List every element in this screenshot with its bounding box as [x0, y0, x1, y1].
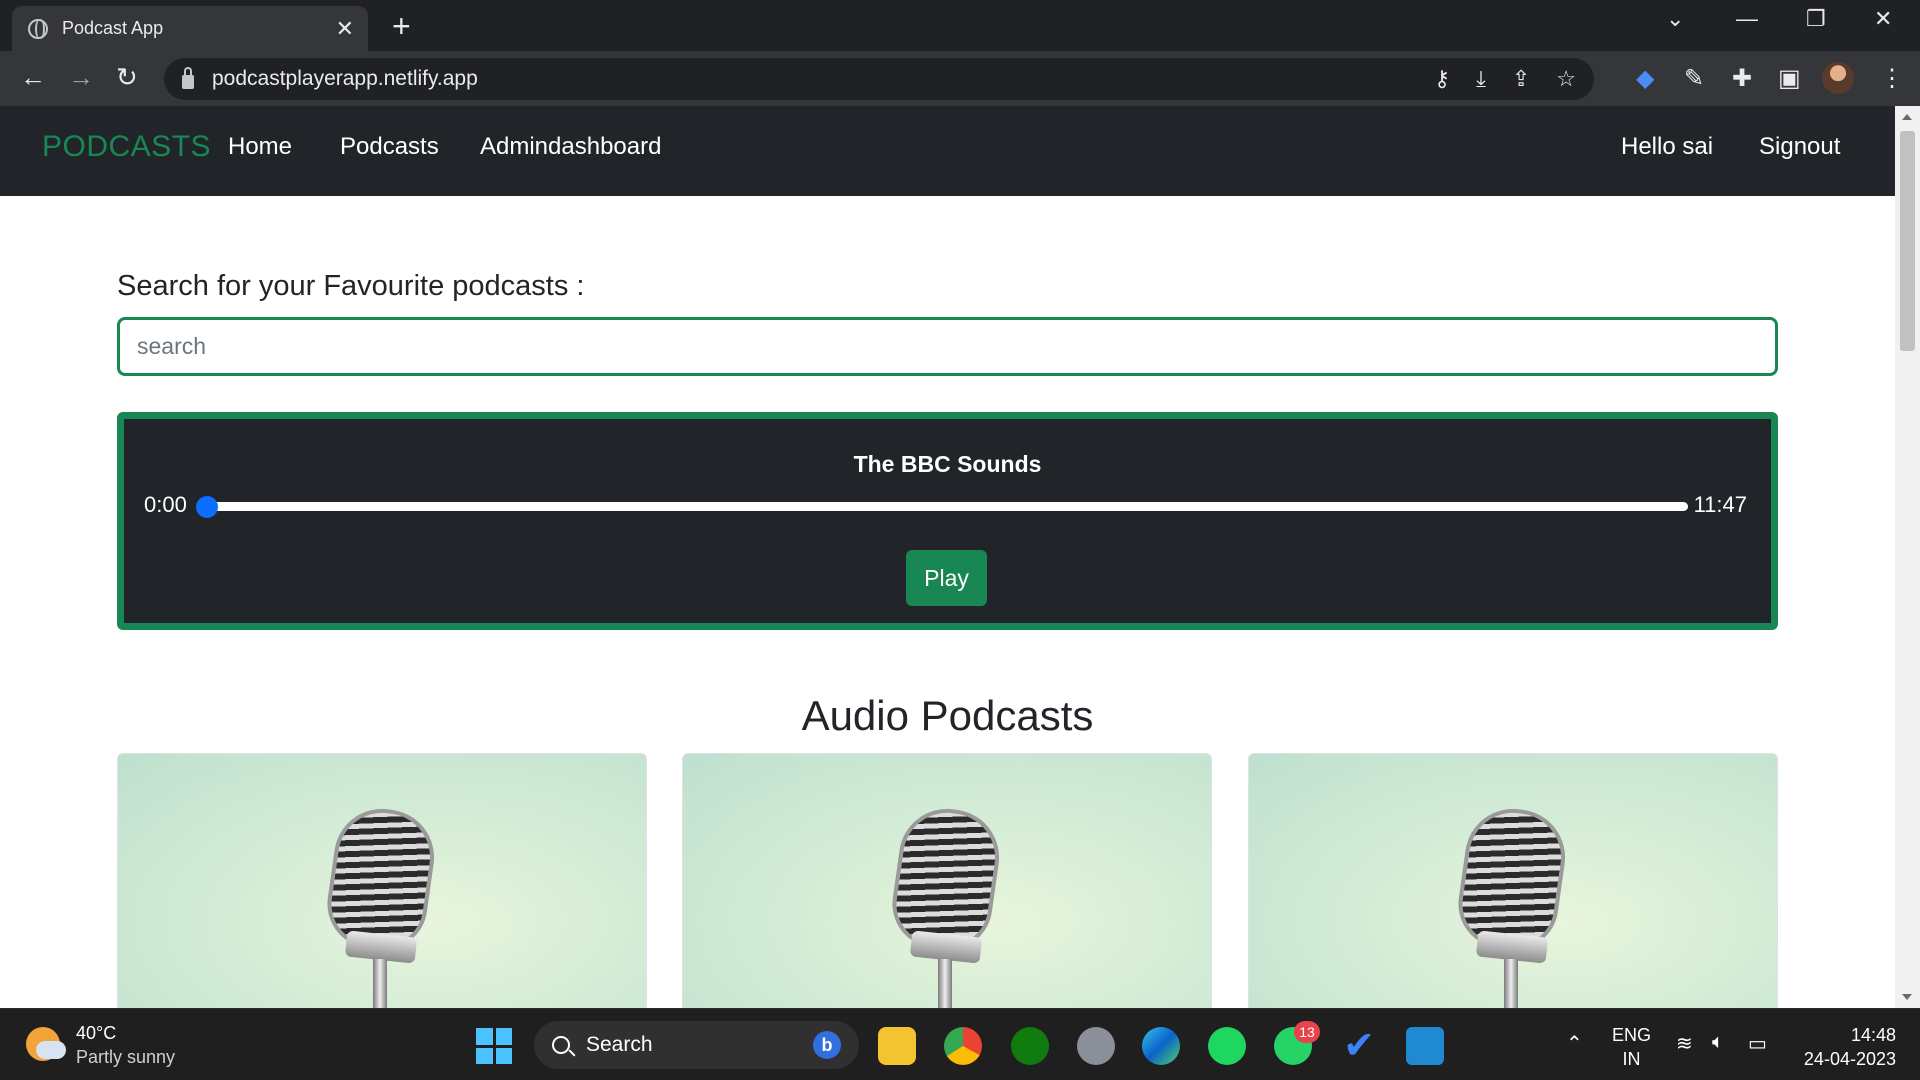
search-label: Search for your Favourite podcasts :: [117, 270, 585, 302]
share-icon[interactable]: ⇪: [1512, 66, 1530, 92]
browser-toolbar: ← → ↻ podcastplayerapp.netlify.app ⚷ ⤓ ⇪…: [0, 51, 1920, 106]
progress-knob[interactable]: [196, 496, 218, 518]
bookmark-star-icon[interactable]: ☆: [1556, 66, 1576, 92]
current-time: 0:00: [144, 492, 187, 517]
menu-dots-icon[interactable]: ⋮: [1880, 64, 1904, 93]
scroll-down-arrow-icon[interactable]: [1902, 994, 1912, 1000]
weather-icon[interactable]: [26, 1027, 66, 1061]
play-button[interactable]: Play: [906, 550, 987, 606]
windows-start-icon[interactable]: [476, 1028, 512, 1064]
restore-button[interactable]: ❐: [1806, 6, 1826, 32]
podcast-card[interactable]: [682, 753, 1212, 1008]
progress-track[interactable]: [204, 502, 1688, 511]
clock-date: 24-04-2023: [1803, 1049, 1896, 1069]
microphone-image: [886, 802, 1006, 956]
region-code: IN: [1622, 1049, 1641, 1069]
podcast-card[interactable]: [117, 753, 647, 1008]
page-viewport: PODCASTS Home Podcasts Admindashboard He…: [0, 106, 1895, 1008]
reload-icon[interactable]: ↻: [116, 62, 138, 93]
lock-icon: [182, 67, 194, 89]
windows-taskbar: 40°C Partly sunny Search b 13 ✔ ⌃ ENG IN…: [0, 1008, 1920, 1080]
audio-player: The BBC Sounds 0:00 11:47 Play: [117, 412, 1778, 630]
tray-chevron-up-icon[interactable]: ⌃: [1566, 1031, 1583, 1056]
microphone-image: [1452, 802, 1572, 956]
nav-link-admindashboard[interactable]: Admindashboard: [480, 133, 661, 161]
battery-icon[interactable]: ▭: [1748, 1031, 1767, 1056]
bing-icon[interactable]: b: [813, 1031, 841, 1059]
taskbar-search-text: Search: [586, 1033, 653, 1056]
microphone-stand: [938, 959, 952, 1008]
app-navbar: PODCASTS Home Podcasts Admindashboard He…: [0, 106, 1895, 196]
address-bar[interactable]: podcastplayerapp.netlify.app ⚷ ⤓ ⇪ ☆: [164, 58, 1594, 100]
section-title: Audio Podcasts: [801, 692, 1094, 739]
url-text[interactable]: podcastplayerapp.netlify.app: [212, 67, 1408, 91]
weather-temperature[interactable]: 40°C: [76, 1023, 116, 1044]
clock-time: 14:48: [1850, 1025, 1896, 1045]
file-explorer-icon[interactable]: [878, 1027, 916, 1065]
podcast-card[interactable]: [1248, 753, 1778, 1008]
profile-avatar[interactable]: [1822, 62, 1854, 94]
key-icon[interactable]: ⚷: [1434, 66, 1450, 92]
search-input[interactable]: [117, 317, 1778, 376]
microphone-image: [321, 802, 441, 956]
volume-icon[interactable]: 🔈︎: [1712, 1031, 1724, 1054]
tab-search-icon[interactable]: ⌄: [1666, 6, 1684, 32]
window-close-button[interactable]: ✕: [1874, 6, 1892, 32]
install-icon[interactable]: ⤓: [1476, 66, 1486, 92]
browser-tab[interactable]: Podcast App ✕: [12, 6, 368, 51]
page-scrollbar[interactable]: [1895, 106, 1920, 1008]
language-indicator[interactable]: ENG IN: [1612, 1023, 1651, 1071]
edge-icon[interactable]: [1142, 1027, 1180, 1065]
signout-link[interactable]: Signout: [1759, 133, 1840, 161]
scroll-up-arrow-icon[interactable]: [1902, 114, 1912, 120]
todo-check-icon[interactable]: ✔: [1340, 1027, 1378, 1065]
scroll-thumb[interactable]: [1900, 131, 1915, 351]
extensions-puzzle-icon[interactable]: ✚: [1732, 64, 1752, 93]
microphone-stand: [1504, 959, 1518, 1008]
settings-gear-icon[interactable]: [1077, 1027, 1115, 1065]
chrome-icon[interactable]: [944, 1027, 982, 1065]
xbox-icon[interactable]: [1011, 1027, 1049, 1065]
new-tab-button[interactable]: +: [392, 8, 411, 44]
forward-arrow-icon[interactable]: →: [68, 62, 94, 93]
spotify-icon[interactable]: [1208, 1027, 1246, 1065]
user-greeting: Hello sai: [1621, 133, 1714, 160]
weather-condition[interactable]: Partly sunny: [76, 1047, 175, 1068]
extension-gem-icon[interactable]: ◆: [1636, 64, 1654, 93]
browser-tab-strip: Podcast App ✕ + ⌄ — ❐ ✕: [0, 0, 1920, 51]
system-clock[interactable]: 14:48 24-04-2023: [1796, 1023, 1896, 1071]
microphone-stand: [373, 959, 387, 1008]
minimize-button[interactable]: —: [1736, 6, 1758, 32]
nav-link-podcasts[interactable]: Podcasts: [340, 133, 439, 161]
nav-link-home[interactable]: Home: [228, 133, 292, 161]
tab-close-icon[interactable]: ✕: [336, 16, 354, 42]
search-icon: [552, 1036, 570, 1054]
player-title: The BBC Sounds: [853, 451, 1042, 477]
extension-pen-icon[interactable]: ✎: [1684, 64, 1704, 93]
vscode-icon[interactable]: [1406, 1027, 1444, 1065]
side-panel-icon[interactable]: ▣: [1778, 64, 1801, 93]
duration-time: 11:47: [1693, 492, 1747, 517]
language-code: ENG: [1612, 1025, 1652, 1045]
brand-logo[interactable]: PODCASTS: [42, 130, 211, 164]
wifi-icon[interactable]: ≋: [1676, 1031, 1693, 1056]
whatsapp-notification-badge: 13: [1294, 1021, 1320, 1043]
tab-title: Podcast App: [62, 18, 164, 38]
globe-icon: [28, 18, 48, 39]
back-arrow-icon[interactable]: ←: [20, 62, 46, 93]
taskbar-search[interactable]: Search b: [534, 1021, 859, 1069]
